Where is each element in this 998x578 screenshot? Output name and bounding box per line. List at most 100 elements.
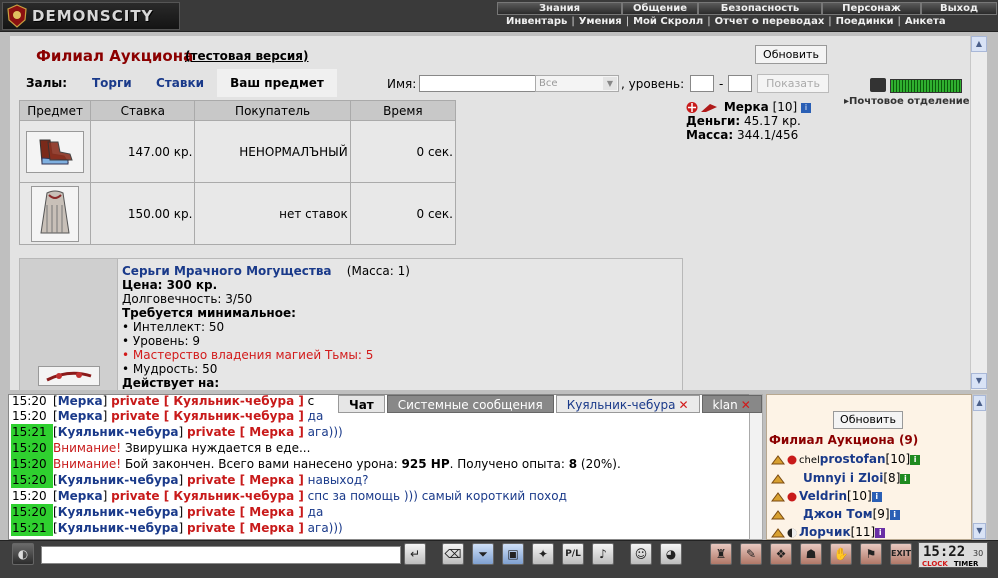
filter-icon[interactable]: ⏷ (472, 543, 494, 565)
info-icon[interactable]: i (910, 454, 921, 465)
info-icon[interactable]: i (875, 527, 886, 538)
chat-user[interactable]: Куяльник-чебура (58, 473, 179, 487)
menu-inventory[interactable]: Инвентарь (502, 15, 571, 29)
scroll-down-icon[interactable]: ▼ (973, 523, 986, 539)
menu-security[interactable]: Безопасность (698, 2, 822, 15)
save-icon[interactable]: ▣ (502, 543, 524, 565)
character-level: [10] (772, 100, 798, 114)
item-name[interactable]: Серьги Мрачного Могущества (122, 264, 332, 278)
online-scrollbar[interactable]: ▲ ▼ (972, 394, 987, 540)
alignment-icon (787, 528, 797, 537)
chat-scrollbar[interactable] (749, 394, 763, 540)
clock-label[interactable]: CLOCK (922, 560, 948, 568)
level-min-input[interactable] (690, 75, 714, 92)
inventory-icon[interactable]: ♜ (710, 543, 732, 565)
private-msg-icon[interactable] (771, 454, 785, 465)
item-effects-title: Действует на: (122, 376, 220, 390)
earrings-icon[interactable] (38, 366, 100, 386)
info-icon[interactable]: i (889, 509, 900, 520)
menu-knowledge[interactable]: Знания (497, 2, 622, 15)
boots-icon[interactable] (26, 130, 85, 173)
helmet-icon[interactable]: ◕ (660, 543, 682, 565)
menu-profile[interactable]: Анкета (901, 15, 950, 29)
hand-icon[interactable]: ✋ (830, 543, 852, 565)
quest-icon[interactable]: ✎ (740, 543, 762, 565)
tab-chat[interactable]: Чат (338, 395, 385, 413)
chat-user[interactable]: Мерка (58, 409, 103, 423)
pl-icon[interactable]: P/L (562, 543, 584, 565)
timer-label[interactable]: TIMER (954, 560, 979, 568)
item-cell (18, 182, 92, 245)
online-user[interactable]: Umnyi i Zloi[8] i (771, 471, 911, 485)
scroll-up-icon[interactable]: ▲ (971, 36, 987, 52)
private-msg-icon[interactable] (771, 473, 785, 484)
online-title: Филиал Аукциона (9) (769, 433, 919, 447)
menu-transfer-report[interactable]: Отчет о переводах (711, 15, 829, 29)
chat-line: 15:20 [Куяльник-чебура] private [ Мерка ]… (11, 504, 324, 520)
main-scrollbar[interactable]: ▲ ▼ (970, 36, 987, 390)
chat-user[interactable]: Мерка (58, 395, 103, 408)
menu-exit[interactable]: Выход (921, 2, 997, 15)
scroll-down-icon[interactable]: ▼ (971, 373, 987, 389)
online-refresh-button[interactable]: Обновить (833, 411, 903, 429)
character-info: Мерка [10] i Деньги: 45.17 кр. Масса: 34… (686, 100, 812, 142)
online-user[interactable]: Джон Том[9] i (771, 507, 900, 521)
tab-private-user[interactable]: Куяльник-чебура ✕ (555, 395, 700, 413)
mail-link[interactable]: ▸Почтовое отделение (844, 96, 970, 107)
online-user[interactable]: Лорчик[11] i (771, 525, 886, 539)
chat-user[interactable]: Куяльник-чебура (58, 505, 179, 519)
menu-character[interactable]: Персонаж (822, 2, 921, 15)
hall-tab-trades[interactable]: Торги (92, 76, 132, 90)
tab-klan[interactable]: klan ✕ (701, 395, 762, 413)
flag-icon[interactable]: ⚑ (860, 543, 882, 565)
private-msg-icon[interactable] (771, 527, 785, 538)
hall-tab-bids[interactable]: Ставки (156, 76, 204, 90)
req-level: • Уровень: 9 (122, 334, 201, 348)
level-max-input[interactable] (728, 75, 752, 92)
private-msg-icon[interactable] (771, 509, 785, 520)
category-select[interactable]: Все ▼ (535, 75, 619, 92)
tab-system-messages[interactable]: Системные сообщения (386, 395, 554, 413)
item-durability: Долговечность: 3/50 (122, 292, 253, 306)
chat-input[interactable] (41, 546, 401, 564)
info-icon[interactable]: i (871, 491, 882, 502)
close-icon[interactable]: ✕ (741, 398, 751, 412)
info-icon[interactable]: i (801, 102, 812, 113)
camera-icon[interactable] (870, 78, 886, 92)
send-icon[interactable]: ↵ (404, 543, 426, 565)
item-cell (18, 120, 92, 183)
friends-icon[interactable]: ☗ (800, 543, 822, 565)
chat-mode-icon[interactable]: ◐ (12, 543, 34, 565)
item-requirements-title: Требуется минимальное: (122, 306, 296, 320)
cloak-icon[interactable] (31, 185, 80, 242)
scroll-up-icon[interactable]: ▲ (973, 395, 986, 411)
chevron-down-icon: ▼ (603, 77, 617, 90)
money-value: 45.17 кр. (744, 114, 801, 128)
skills-icon[interactable]: ❖ (770, 543, 792, 565)
character-name[interactable]: Мерка (724, 100, 769, 114)
menu-fights[interactable]: Поединки (832, 15, 898, 29)
chat-user[interactable]: Куяльник-чебура (58, 425, 179, 439)
show-button[interactable]: Показать (757, 74, 829, 93)
name-input[interactable] (419, 75, 536, 92)
chat-user[interactable]: Куяльник-чебура (58, 521, 179, 535)
menu-my-scroll[interactable]: Мой Скролл (629, 15, 707, 29)
private-msg-icon[interactable] (771, 491, 785, 502)
exit-icon[interactable]: EXIT (890, 543, 912, 565)
menu-communication[interactable]: Общение (622, 2, 698, 15)
info-icon[interactable]: i (900, 473, 911, 484)
refresh-button[interactable]: Обновить (755, 45, 827, 64)
hall-tab-your-item[interactable]: Ваш предмет (217, 69, 337, 97)
menu-skills[interactable]: Умения (575, 15, 626, 29)
chat-user[interactable]: Мерка (58, 489, 103, 503)
category-select-value: Все (539, 78, 558, 89)
fighter-icon[interactable]: ✦ (532, 543, 554, 565)
music-icon[interactable]: ♪ (592, 543, 614, 565)
close-icon[interactable]: ✕ (678, 398, 688, 412)
online-user[interactable]: chelprostofan[10] i (771, 452, 921, 466)
chat-tabs: Чат Системные сообщения Куяльник-чебура ✕… (338, 395, 764, 413)
eraser-icon[interactable]: ⌫ (442, 543, 464, 565)
buyer-cell: нет ставок (194, 182, 351, 245)
smiley-icon[interactable]: ☺ (630, 543, 652, 565)
online-user[interactable]: Veldrin[10] i (771, 489, 882, 503)
